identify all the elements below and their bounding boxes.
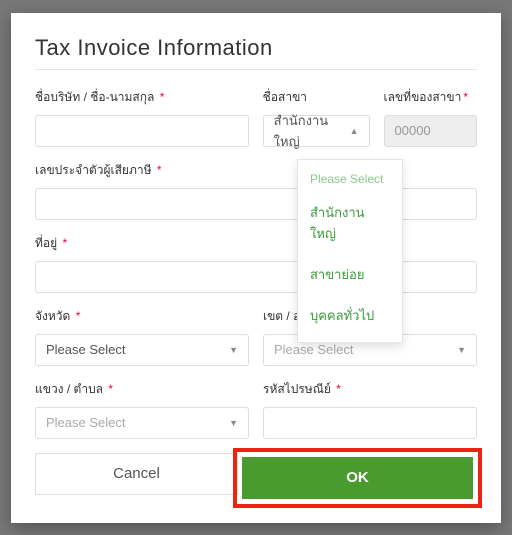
dropdown-header: Please Select — [298, 166, 402, 192]
taxid-field: เลขประจำตัวผู้เสียภาษี * — [35, 161, 477, 220]
company-field: ชื่อบริษัท / ชื่อ-นามสกุล * — [35, 88, 249, 147]
row-1: ชื่อบริษัท / ชื่อ-นามสกุล * ชื่อสาขา สำน… — [35, 88, 477, 147]
taxid-input[interactable] — [35, 188, 477, 220]
caret-down-icon: ▼ — [457, 345, 466, 355]
branch-dropdown: Please Select สำนักงานใหญ่ สาขาย่อย บุคค… — [297, 159, 403, 343]
footer: Cancel OK — [35, 453, 477, 503]
required-marker: * — [157, 163, 162, 177]
subdistrict-label: แขวง / ตำบล * — [35, 380, 249, 399]
caret-up-icon: ▲ — [350, 126, 359, 136]
branch-label: ชื่อสาขา — [263, 88, 370, 107]
company-label: ชื่อบริษัท / ชื่อ-นามสกุล * — [35, 88, 249, 107]
branchno-input: 00000 — [384, 115, 477, 147]
subdistrict-field: แขวง / ตำบล * Please Select ▼ — [35, 380, 249, 439]
postcode-field: รหัสไปรษณีย์ * — [263, 380, 477, 439]
cancel-button[interactable]: Cancel — [35, 453, 238, 495]
row-3: ที่อยู่ * — [35, 234, 477, 293]
row-5: แขวง / ตำบล * Please Select ▼ รหัสไปรษณี… — [35, 380, 477, 439]
taxid-label: เลขประจำตัวผู้เสียภาษี * — [35, 161, 477, 180]
divider — [35, 69, 477, 70]
province-label: จังหวัด * — [35, 307, 249, 326]
address-label: ที่อยู่ * — [35, 234, 477, 253]
dropdown-option-1[interactable]: สาขาย่อย — [298, 254, 402, 295]
postcode-input[interactable] — [263, 407, 477, 439]
caret-down-icon: ▼ — [229, 418, 238, 428]
dropdown-option-0[interactable]: สำนักงานใหญ่ — [298, 192, 402, 254]
ok-button[interactable]: OK — [242, 457, 473, 499]
row-2: เลขประจำตัวผู้เสียภาษี * — [35, 161, 477, 220]
required-marker: * — [108, 382, 113, 396]
dropdown-option-2[interactable]: บุคคลทั่วไป — [298, 295, 402, 336]
branch-selected: สำนักงานใหญ่ — [274, 110, 350, 152]
required-marker: * — [160, 90, 165, 104]
branch-field: ชื่อสาขา สำนักงานใหญ่ ▲ — [263, 88, 370, 147]
subdistrict-select[interactable]: Please Select ▼ — [35, 407, 249, 439]
company-input[interactable] — [35, 115, 249, 147]
ok-highlight-box: OK — [233, 448, 482, 508]
province-field: จังหวัด * Please Select ▼ — [35, 307, 249, 366]
row-4: จังหวัด * Please Select ▼ เขต / อำเภอ * … — [35, 307, 477, 366]
province-placeholder: Please Select — [46, 342, 126, 357]
required-marker: * — [63, 236, 68, 250]
district-placeholder: Please Select — [274, 342, 354, 357]
province-select[interactable]: Please Select ▼ — [35, 334, 249, 366]
tax-invoice-modal: Tax Invoice Information ชื่อบริษัท / ชื่… — [11, 13, 501, 523]
branchno-field: เลขที่ของสาขา* 00000 — [384, 88, 477, 147]
modal-title: Tax Invoice Information — [35, 35, 477, 61]
branchno-label: เลขที่ของสาขา* — [384, 88, 477, 107]
required-marker: * — [76, 309, 81, 323]
address-field: ที่อยู่ * — [35, 234, 477, 293]
branch-select[interactable]: สำนักงานใหญ่ ▲ — [263, 115, 370, 147]
required-marker: * — [336, 382, 341, 396]
postcode-label: รหัสไปรษณีย์ * — [263, 380, 477, 399]
caret-down-icon: ▼ — [229, 345, 238, 355]
subdistrict-placeholder: Please Select — [46, 415, 126, 430]
address-input[interactable] — [35, 261, 477, 293]
required-marker: * — [463, 90, 468, 104]
